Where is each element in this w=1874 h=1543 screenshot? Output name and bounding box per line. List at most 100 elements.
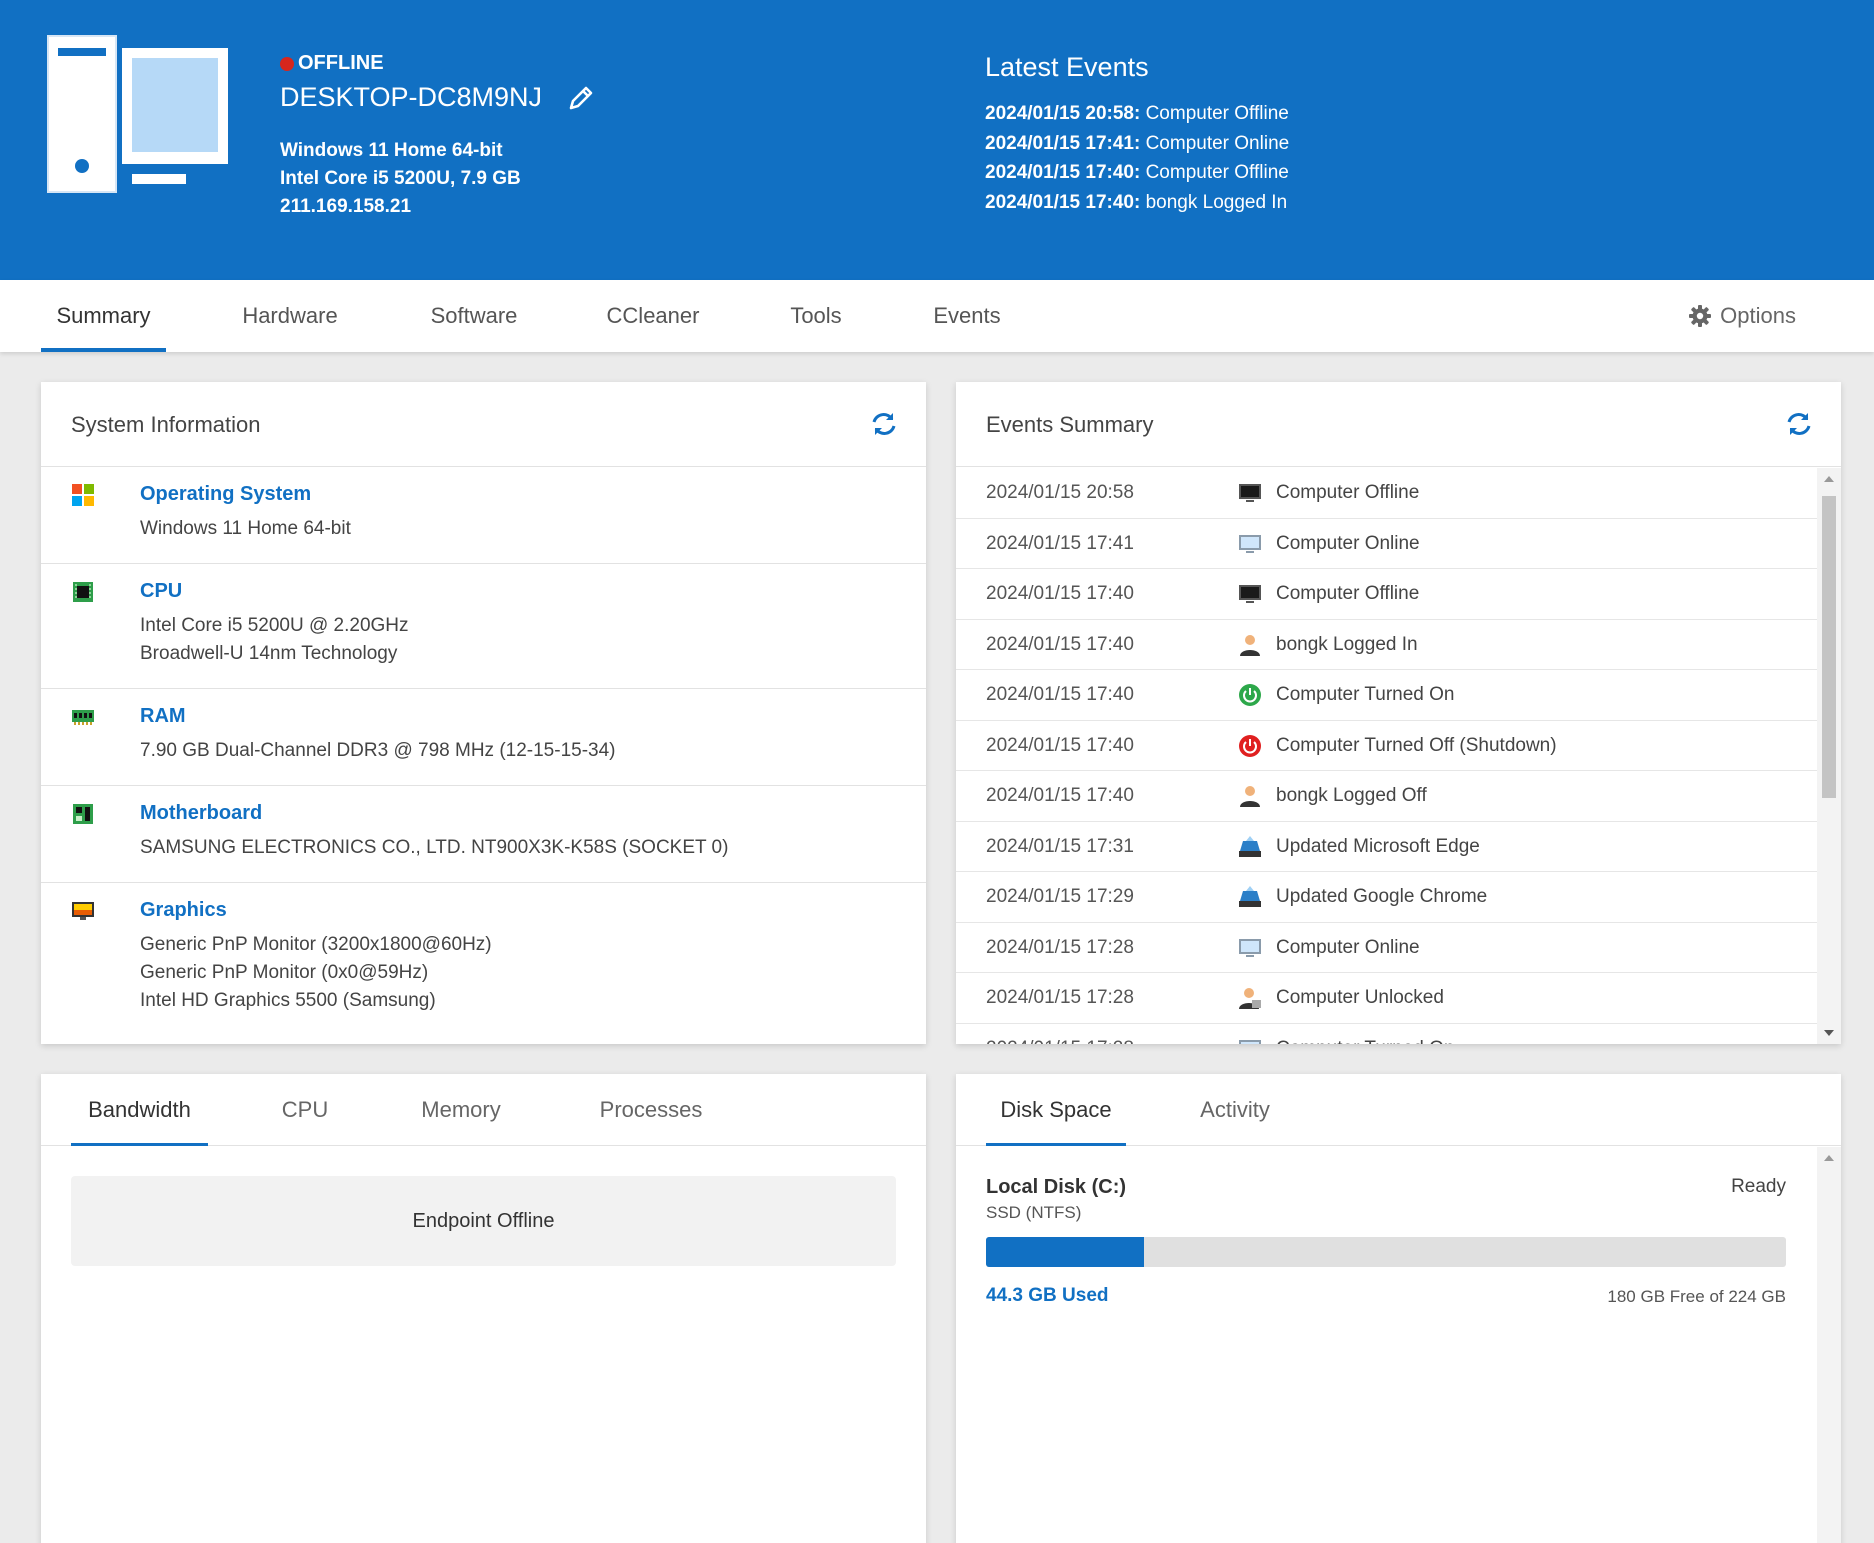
refresh-icon[interactable] bbox=[1785, 410, 1813, 438]
power-on-icon bbox=[1239, 684, 1261, 706]
events-scrollbar[interactable] bbox=[1817, 468, 1841, 1044]
pencil-icon[interactable] bbox=[566, 83, 596, 113]
scroll-thumb[interactable] bbox=[1822, 496, 1836, 798]
event-name: Computer Online bbox=[1276, 936, 1420, 958]
sysinfo-graphics: Graphics Generic PnP Monitor (3200x1800@… bbox=[41, 883, 926, 1043]
event-name: Updated Google Chrome bbox=[1276, 886, 1488, 907]
tab-events[interactable]: Events bbox=[915, 280, 1019, 352]
computer-icon bbox=[47, 35, 228, 193]
offline-dot bbox=[280, 56, 294, 71]
options-label: Options bbox=[1720, 303, 1796, 328]
status-indicator: OFFLINE bbox=[280, 52, 384, 75]
disk-status: Ready bbox=[1731, 1176, 1786, 1197]
hostname: DESKTOP-DC8M9NJ bbox=[280, 82, 543, 112]
status-label: OFFLINE bbox=[298, 52, 384, 74]
event-row[interactable]: 2024/01/15 17:40 Computer Turned On bbox=[956, 670, 1817, 721]
tab-software[interactable]: Software bbox=[410, 280, 538, 352]
event-time: 2024/01/15 17:29 bbox=[986, 886, 1134, 907]
power-off-icon bbox=[1239, 734, 1261, 757]
section-value: SAMSUNG ELECTRONICS CO., LTD. NT900X3K-K… bbox=[140, 837, 729, 858]
disk-free: 180 GB Free of 224 GB bbox=[1607, 1287, 1786, 1306]
event-time: 2024/01/15 17:40 bbox=[986, 734, 1134, 756]
latest-event: 2024/01/15 17:40: Computer Offline bbox=[985, 162, 1289, 183]
tab-processes[interactable]: Processes bbox=[586, 1074, 716, 1146]
section-label[interactable]: Motherboard bbox=[140, 786, 926, 834]
event-row[interactable]: 2024/01/15 17:29 Updated Google Chrome bbox=[956, 872, 1817, 923]
monitor-off-icon bbox=[1239, 484, 1261, 502]
monitor-icon bbox=[72, 902, 94, 920]
event-name: Computer Turned On bbox=[1276, 1024, 1454, 1045]
computer-header: OFFLINE DESKTOP-DC8M9NJ Windows 11 Home … bbox=[0, 0, 1874, 280]
scroll-up-arrow[interactable] bbox=[1824, 1155, 1834, 1161]
event-row[interactable]: 2024/01/15 17:40 bongk Logged In bbox=[956, 620, 1817, 670]
section-value: Intel Core i5 5200U @ 2.20GHz bbox=[140, 615, 409, 636]
latest-event: 2024/01/15 17:40: bongk Logged In bbox=[985, 191, 1288, 213]
event-row[interactable]: 2024/01/15 17:28 Computer Unlocked bbox=[956, 973, 1817, 1024]
scroll-up-arrow[interactable] bbox=[1824, 476, 1834, 482]
section-value: Broadwell-U 14nm Technology bbox=[140, 643, 398, 664]
monitor-on-icon bbox=[1239, 938, 1261, 957]
latest-events-title: Latest Events bbox=[985, 52, 1149, 82]
event-name: Computer Turned Off (Shutdown) bbox=[1276, 734, 1557, 756]
user-icon bbox=[1240, 634, 1260, 656]
cpu-icon bbox=[73, 582, 93, 602]
event-time: 2024/01/15 17:40 bbox=[986, 633, 1134, 655]
tab-memory[interactable]: Memory bbox=[406, 1074, 516, 1146]
tab-cpu[interactable]: CPU bbox=[271, 1074, 339, 1146]
disk-entry: Local Disk (C:) SSD (NTFS) Ready 44.3 GB… bbox=[986, 1176, 1786, 1307]
event-row[interactable]: 2024/01/15 17:31 Updated Microsoft Edge bbox=[956, 822, 1817, 872]
events-summary-panel: Events Summary 2024/01/15 20:58 Computer… bbox=[956, 382, 1841, 1044]
section-value: Generic PnP Monitor (0x0@59Hz) bbox=[140, 962, 429, 983]
event-name: bongk Logged In bbox=[1276, 633, 1418, 655]
performance-tabs: Bandwidth CPU Memory Processes bbox=[41, 1074, 926, 1146]
event-name: Computer Unlocked bbox=[1276, 987, 1444, 1008]
spec-ip: 211.169.158.21 bbox=[280, 196, 412, 217]
monitor-on-icon bbox=[1239, 534, 1261, 553]
panel-header: System Information bbox=[41, 382, 926, 467]
software-update-icon bbox=[1239, 835, 1261, 857]
performance-panel: Bandwidth CPU Memory Processes Endpoint … bbox=[41, 1074, 926, 1543]
event-time: 2024/01/15 17:28 bbox=[986, 1024, 1134, 1045]
tab-summary[interactable]: Summary bbox=[41, 280, 166, 352]
software-update-icon bbox=[1239, 886, 1261, 907]
event-row[interactable]: 2024/01/15 17:28 Computer Online bbox=[956, 923, 1817, 973]
user-unlock-icon bbox=[1239, 988, 1261, 1009]
event-row[interactable]: 2024/01/15 17:40 bongk Logged Off bbox=[956, 771, 1817, 822]
section-value: Generic PnP Monitor (3200x1800@60Hz) bbox=[140, 934, 492, 955]
tab-bandwidth[interactable]: Bandwidth bbox=[71, 1074, 208, 1146]
section-value: Windows 11 Home 64-bit bbox=[140, 518, 351, 539]
system-information-panel: System Information Operating System Wind… bbox=[41, 382, 926, 1044]
tab-hardware[interactable]: Hardware bbox=[225, 280, 355, 352]
event-row[interactable]: 2024/01/15 17:40 Computer Offline bbox=[956, 569, 1817, 620]
windows-icon bbox=[72, 484, 94, 506]
options-button[interactable]: Options bbox=[1688, 280, 1796, 352]
section-label[interactable]: Graphics bbox=[140, 883, 926, 931]
event-time: 2024/01/15 20:58 bbox=[986, 482, 1134, 503]
event-row[interactable]: 2024/01/15 20:58 Computer Offline bbox=[956, 468, 1817, 519]
tab-disk-space[interactable]: Disk Space bbox=[986, 1074, 1126, 1146]
event-row[interactable]: 2024/01/15 17:41 Computer Online bbox=[956, 519, 1817, 569]
hostname-row: DESKTOP-DC8M9NJ bbox=[280, 82, 596, 113]
section-label[interactable]: CPU bbox=[140, 564, 926, 612]
event-row[interactable]: 2024/01/15 17:40 Computer Turned Off (Sh… bbox=[956, 721, 1817, 771]
spec-cpu-ram: Intel Core i5 5200U, 7.9 GB bbox=[280, 168, 521, 189]
tab-tools[interactable]: Tools bbox=[770, 280, 862, 352]
latest-event: 2024/01/15 17:41: Computer Online bbox=[985, 132, 1290, 154]
disk-usage-fill bbox=[986, 1237, 1145, 1267]
scroll-down-arrow[interactable] bbox=[1824, 1030, 1834, 1036]
tab-activity[interactable]: Activity bbox=[1186, 1074, 1284, 1146]
disk-type: SSD (NTFS) bbox=[986, 1203, 1082, 1222]
user-icon bbox=[1240, 786, 1260, 807]
events-list: 2024/01/15 20:58 Computer Offline 2024/0… bbox=[956, 468, 1817, 1044]
refresh-icon[interactable] bbox=[870, 410, 898, 438]
disk-name: Local Disk (C:) bbox=[986, 1176, 1127, 1198]
section-label[interactable]: RAM bbox=[140, 689, 926, 737]
event-row[interactable]: 2024/01/15 17:28 Computer Turned On bbox=[956, 1024, 1817, 1045]
event-time: 2024/01/15 17:40 bbox=[986, 684, 1134, 705]
event-time: 2024/01/15 17:40 bbox=[986, 785, 1134, 806]
section-label[interactable]: Operating System bbox=[140, 467, 926, 515]
monitor-on-icon bbox=[1239, 1039, 1261, 1044]
disk-scrollbar[interactable] bbox=[1817, 1147, 1841, 1543]
motherboard-icon bbox=[73, 804, 93, 824]
tab-ccleaner[interactable]: CCleaner bbox=[590, 280, 716, 352]
